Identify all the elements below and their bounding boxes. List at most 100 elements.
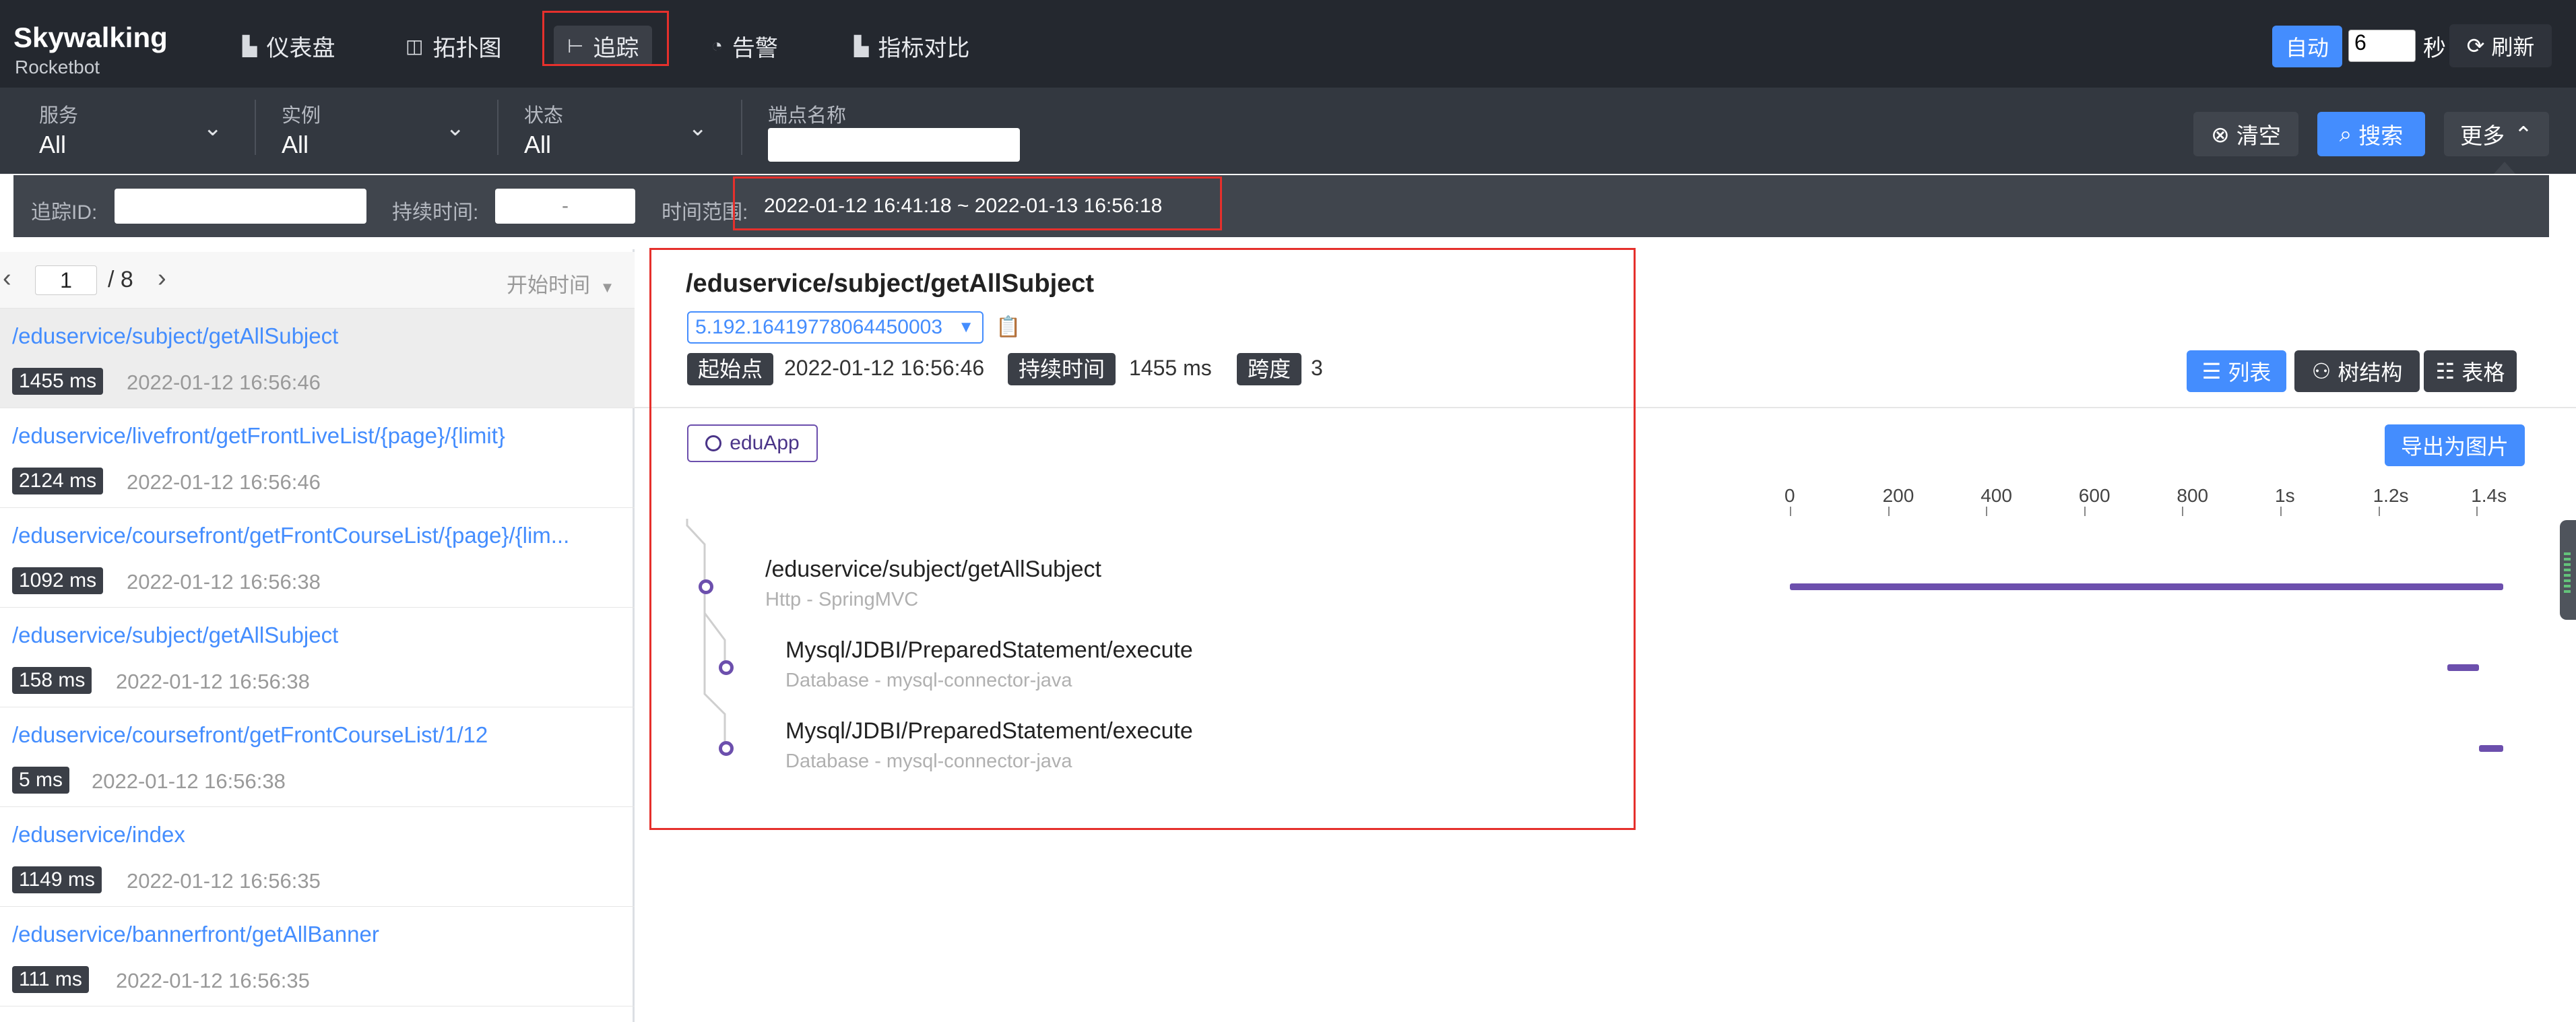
endpoint-input[interactable]: [768, 128, 1020, 162]
total-pages: / 8: [108, 267, 133, 292]
trace-endpoint: /eduservice/livefront/getFrontLiveList/{…: [12, 423, 505, 448]
axis-tick-label: 1.4s: [2471, 485, 2507, 506]
next-page-icon[interactable]: ›: [158, 264, 166, 293]
view-table-button[interactable]: ☷ 表格: [2424, 350, 2517, 392]
trace-list-item[interactable]: /eduservice/coursefront/getFrontCourseLi…: [0, 508, 635, 608]
trace-endpoint: /eduservice/index: [12, 822, 185, 847]
span-bar[interactable]: [1790, 583, 2504, 590]
table-icon: ☷: [2435, 359, 2455, 383]
trace-time: 2022-01-12 16:56:38: [127, 570, 321, 594]
service-label: 服务: [39, 105, 79, 127]
axis-tick-label: 1.2s: [2373, 485, 2409, 506]
axis-tick-mark: [2476, 507, 2478, 516]
divider: [741, 100, 742, 155]
trace-time: 2022-01-12 16:56:35: [116, 969, 310, 992]
refresh-icon: ⟳: [2466, 34, 2485, 58]
span-bar[interactable]: [2478, 745, 2504, 752]
highlight-box-nav: [542, 11, 669, 66]
axis-tick-label: 600: [2078, 485, 2111, 506]
axis-tick-label: 200: [1882, 485, 1914, 506]
more-button[interactable]: 更多 ⌃: [2444, 112, 2549, 156]
auto-interval-input[interactable]: 6: [2348, 30, 2416, 62]
logo-subtitle: Rocketbot: [15, 57, 100, 77]
endpoint-label: 端点名称: [768, 105, 847, 127]
auto-refresh-toggle[interactable]: 自动: [2272, 26, 2342, 67]
trace-id-label: 追踪ID:: [31, 201, 98, 224]
duration-badge: 1092 ms: [12, 567, 104, 594]
topology-icon: ◫: [406, 35, 424, 57]
axis-tick-mark: [2280, 507, 2282, 516]
trace-list-item[interactable]: /eduservice/coursefront/getFrontCourseLi…: [0, 707, 635, 807]
chevron-up-icon: ⌃: [2514, 121, 2533, 147]
trace-time: 2022-01-12 16:56:38: [116, 670, 310, 693]
axis-tick-mark: [2084, 507, 2086, 516]
chevron-down-icon: ⌄: [445, 115, 465, 141]
trace-endpoint: /eduservice/coursefront/getFrontCourseLi…: [12, 523, 570, 548]
axis-tick-mark: [2378, 507, 2380, 516]
duration-badge: 158 ms: [12, 667, 92, 694]
refresh-label: 刷新: [2491, 35, 2535, 59]
trace-time: 2022-01-12 16:56:35: [127, 869, 321, 893]
nav-alarm[interactable]: ◔ 告警: [711, 26, 778, 66]
search-button[interactable]: ⌕ 搜索: [2317, 112, 2425, 156]
duration-separator: -: [562, 195, 569, 217]
close-circle-icon: ⊗: [2211, 121, 2230, 147]
search-label: 搜索: [2358, 123, 2404, 148]
instance-label: 实例: [282, 105, 321, 127]
duration-label: 持续时间:: [392, 201, 479, 224]
axis-tick-mark: [1790, 507, 1791, 516]
top-nav: [0, 0, 2576, 88]
axis-tick-label: 0: [1784, 485, 1795, 506]
search-icon: ⌕: [2339, 121, 2352, 146]
view-list-button[interactable]: ☰ 列表: [2187, 350, 2286, 392]
sort-select[interactable]: 开始时间 ▼: [507, 268, 614, 298]
trace-endpoint: /eduservice/coursefront/getFrontCourseLi…: [12, 722, 488, 747]
trace-time: 2022-01-12 16:56:38: [92, 769, 286, 793]
chevron-down-icon: ⌄: [203, 115, 223, 141]
trace-endpoint: /eduservice/subject/getAllSubject: [12, 622, 339, 647]
tree-icon: ⚇: [2311, 359, 2331, 383]
highlight-box-detail: [649, 248, 1636, 830]
seconds-label: 秒: [2423, 36, 2446, 61]
duration-badge: 1455 ms: [12, 368, 104, 395]
prev-page-icon[interactable]: ‹: [3, 264, 11, 293]
duration-badge: 111 ms: [12, 966, 89, 993]
more-label: 更多: [2460, 123, 2505, 148]
list-icon: ☰: [2201, 359, 2222, 383]
nav-compare[interactable]: ▙ 指标对比: [854, 26, 970, 66]
divider: [255, 100, 256, 155]
nav-topology-label: 拓扑图: [432, 35, 502, 61]
service-select[interactable]: 服务 All ⌄: [39, 100, 223, 158]
instance-select[interactable]: 实例 All ⌄: [282, 100, 465, 158]
compare-icon: ▙: [854, 35, 869, 57]
clear-label: 清空: [2236, 123, 2281, 148]
trace-id-input[interactable]: [115, 189, 366, 224]
clear-button[interactable]: ⊗ 清空: [2193, 112, 2298, 156]
view-tree-button[interactable]: ⚇ 树结构: [2294, 350, 2420, 392]
status-select[interactable]: 状态 All ⌄: [524, 100, 708, 158]
nav-topology[interactable]: ◫ 拓扑图: [406, 26, 501, 66]
axis-tick-label: 800: [2177, 485, 2209, 506]
trace-list-item[interactable]: /eduservice/bannerfront/getAllBanner 111…: [0, 907, 635, 1007]
trace-list-item[interactable]: /eduservice/subject/getAllSubject 158 ms…: [0, 608, 635, 707]
trace-endpoint: /eduservice/bannerfront/getAllBanner: [12, 922, 379, 947]
nav-dashboard[interactable]: ▙ 仪表盘: [243, 26, 335, 66]
logo: Skywalking: [13, 22, 168, 53]
chevron-down-icon: ⌄: [688, 115, 708, 141]
axis-tick-label: 1s: [2275, 485, 2295, 506]
caret-down-icon: ▼: [600, 279, 615, 296]
axis-tick-mark: [1888, 507, 1890, 516]
duration-badge: 5 ms: [12, 767, 70, 794]
scrollbar-handle[interactable]: [2560, 520, 2576, 620]
trace-list-item[interactable]: /eduservice/livefront/getFrontLiveList/{…: [0, 408, 635, 508]
export-image-button[interactable]: 导出为图片: [2385, 424, 2525, 466]
nav-dashboard-label: 仪表盘: [266, 35, 335, 61]
span-bar[interactable]: [2447, 664, 2479, 671]
axis-tick-label: 400: [1981, 485, 2012, 506]
trace-list-item[interactable]: /eduservice/subject/getAllSubject 1455 m…: [0, 309, 635, 408]
trace-list-item[interactable]: /eduservice/index 1149 ms 2022-01-12 16:…: [0, 807, 635, 907]
status-label: 状态: [524, 105, 564, 127]
view-table-label: 表格: [2461, 360, 2505, 385]
refresh-button[interactable]: ⟳ 刷新: [2449, 24, 2552, 67]
page-input[interactable]: 1: [35, 265, 97, 295]
